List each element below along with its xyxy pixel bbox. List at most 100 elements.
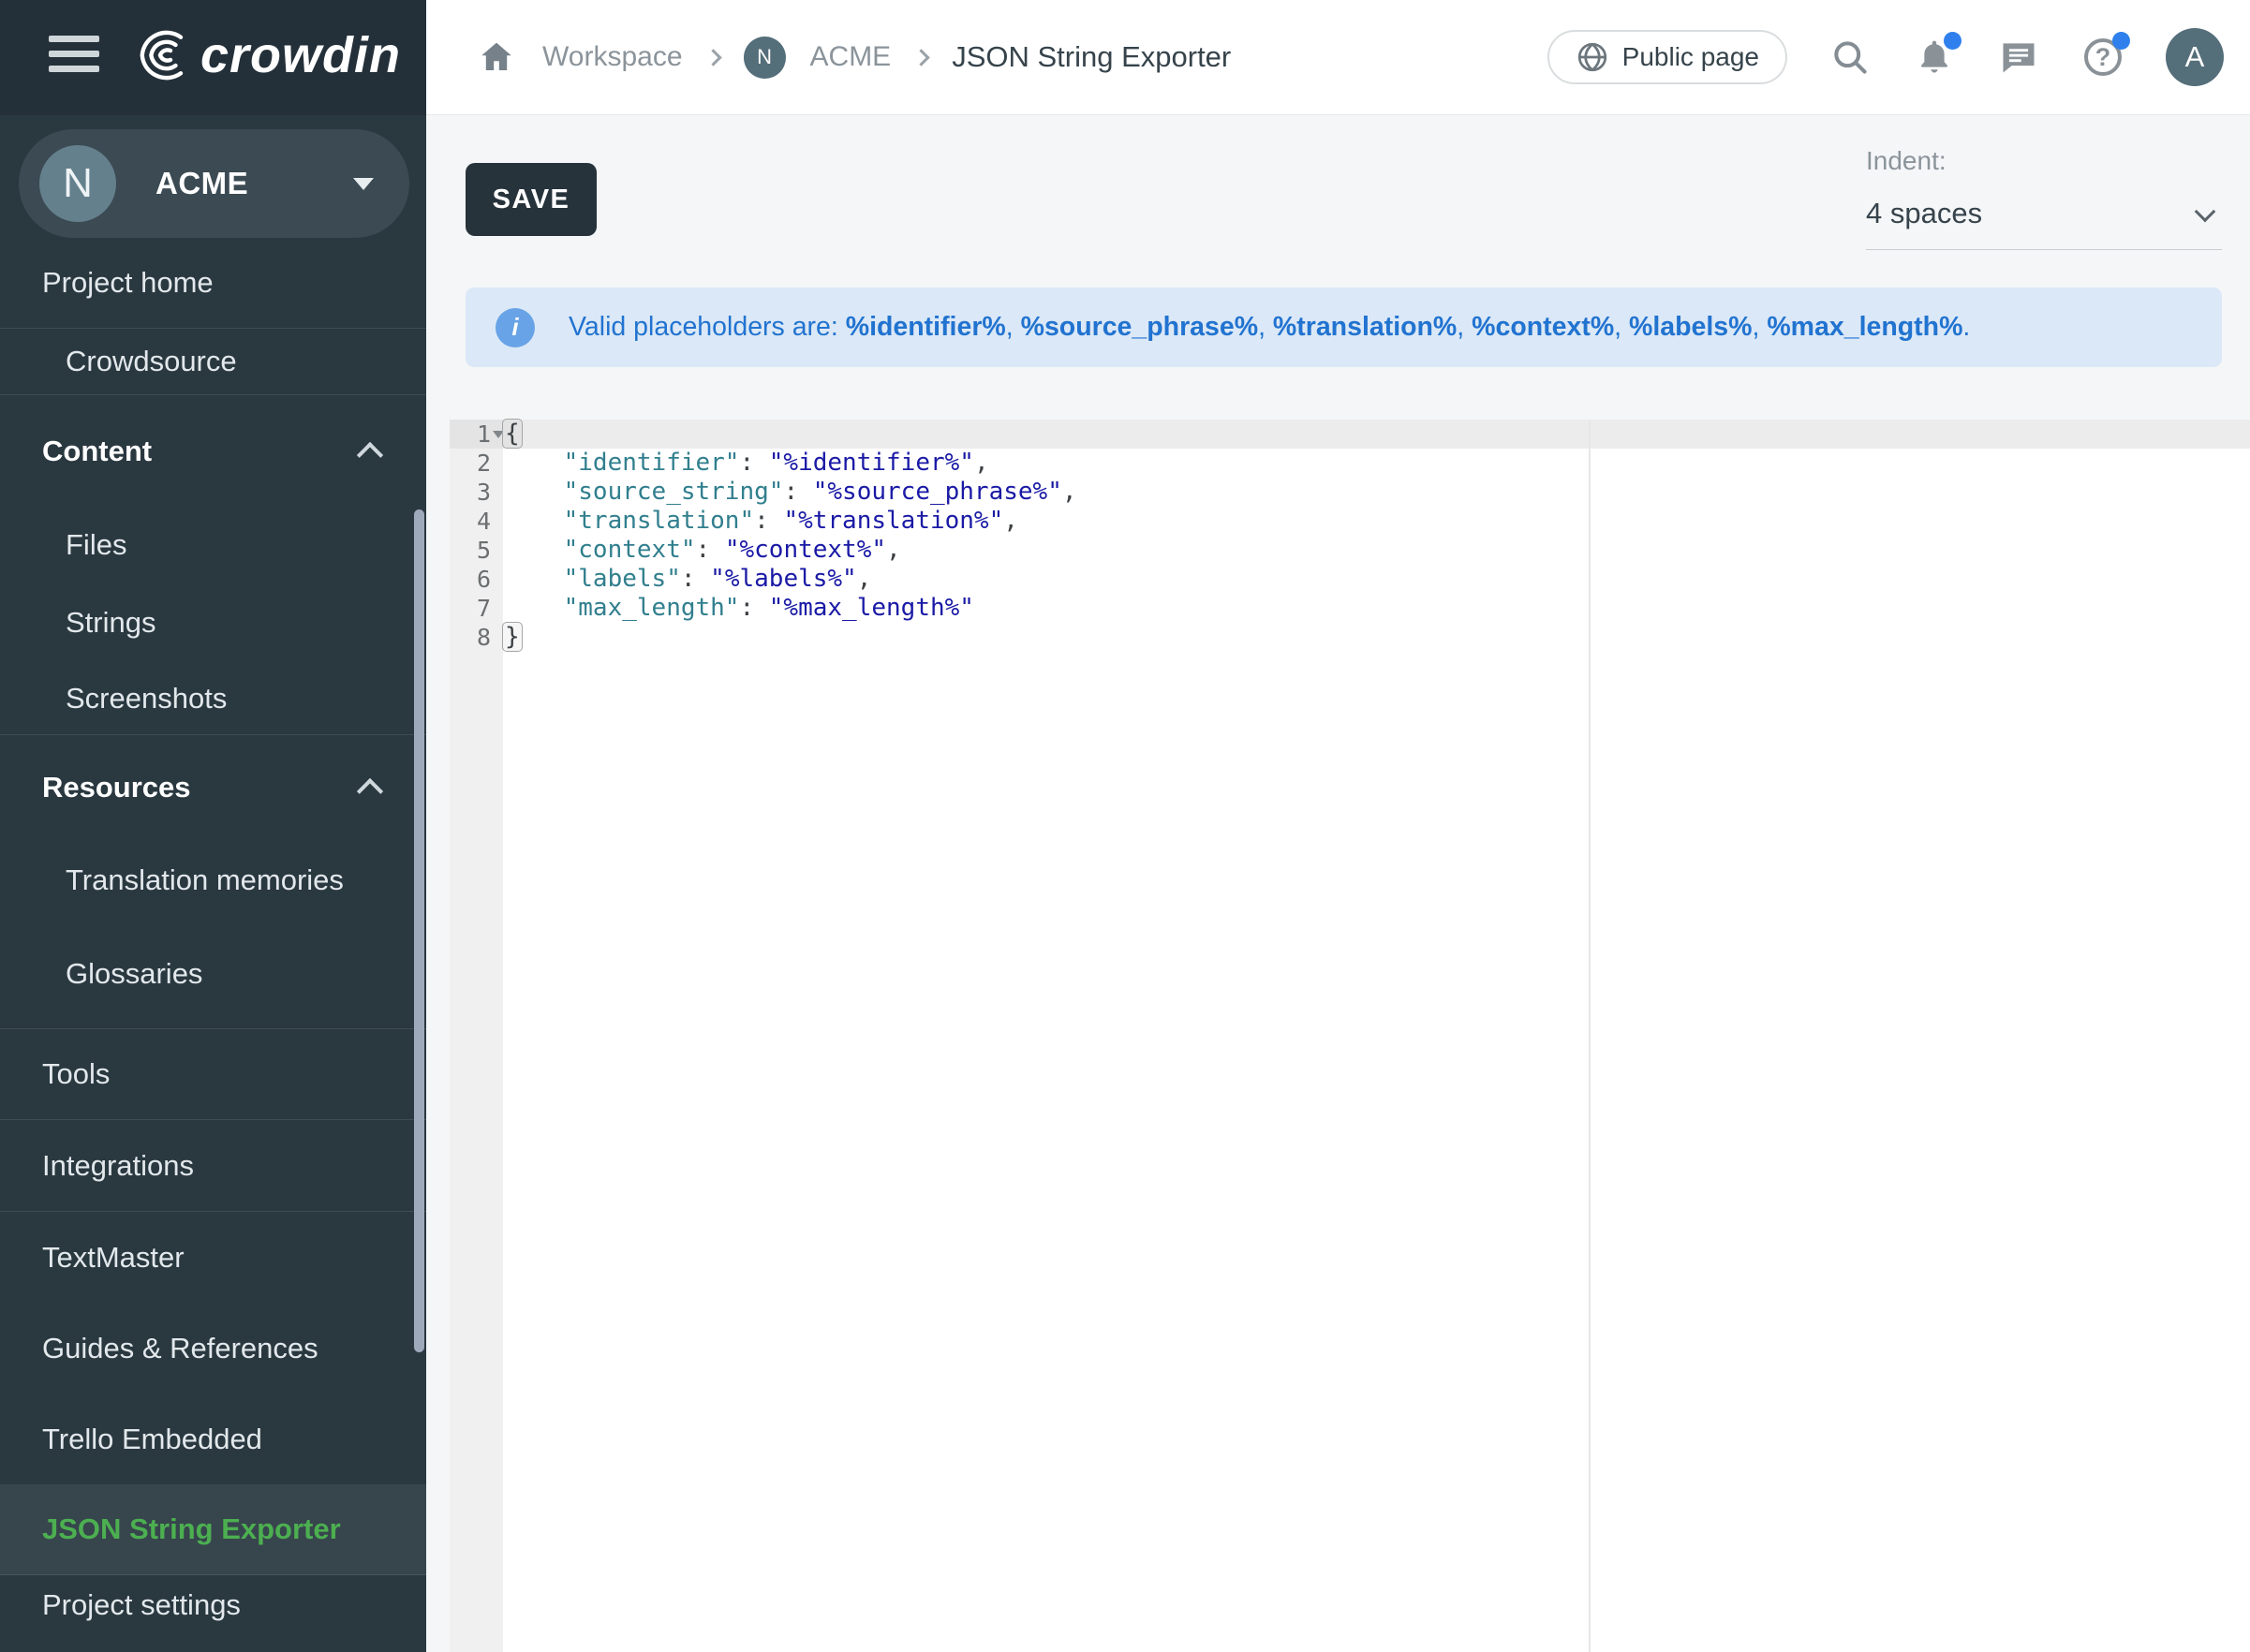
gutter-line-number[interactable]: 4 — [450, 507, 503, 536]
code-line-2[interactable]: "identifier": "%identifier%", — [503, 449, 2250, 478]
sidebar-item-label: Screenshots — [66, 682, 227, 715]
sidebar-item-project-settings[interactable]: Project settings — [0, 1575, 426, 1635]
crowdin-logo-icon — [129, 24, 191, 86]
gutter-line-number[interactable]: 6 — [450, 565, 503, 594]
sidebar-item-glossaries[interactable]: Glossaries — [0, 920, 426, 1029]
token-key: "source_string" — [564, 478, 784, 506]
sidebar-scrollbar[interactable] — [414, 509, 424, 1352]
code-line-6[interactable]: "labels": "%labels%", — [503, 565, 2250, 594]
token-punct: , — [974, 449, 989, 477]
code-line-4[interactable]: "translation": "%translation%", — [503, 507, 2250, 536]
token-string: "%identifier%" — [769, 449, 974, 477]
placeholder-token: %context% — [1472, 312, 1614, 342]
globe-icon — [1576, 40, 1609, 74]
token-text — [505, 536, 564, 564]
indent-select[interactable]: 4 spaces — [1866, 197, 2222, 250]
code-line-7[interactable]: "max_length": "%max_length%" — [503, 594, 2250, 623]
code-line-3[interactable]: "source_string": "%source_phrase%", — [503, 478, 2250, 507]
breadcrumb-project[interactable]: ACME — [810, 41, 892, 73]
help-icon[interactable]: ? — [2081, 36, 2124, 79]
indent-label: Indent: — [1866, 146, 2222, 176]
token-punct: : — [783, 478, 812, 506]
home-icon[interactable] — [475, 36, 518, 79]
chevron-right-icon — [704, 49, 721, 66]
sidebar-item-textmaster[interactable]: TextMaster — [0, 1212, 426, 1303]
code-line-8[interactable]: } — [503, 623, 2250, 652]
indent-control: Indent: 4 spaces — [1866, 146, 2222, 250]
sidebar-item-files[interactable]: Files — [0, 508, 426, 583]
topbar-actions: Public page ? A — [1547, 28, 2224, 86]
public-page-button[interactable]: Public page — [1547, 30, 1787, 84]
org-selector[interactable]: N ACME — [19, 129, 409, 238]
sidebar-nav: Project home CrowdsourceContent Files Strin… — [0, 238, 426, 1652]
sidebar-item-guides-references[interactable]: Guides & References — [0, 1303, 426, 1394]
token-punct: , — [1003, 507, 1018, 535]
info-banner-text: Valid placeholders are: %identifier%, %s… — [569, 312, 1970, 343]
sidebar-item-label: Project home — [42, 266, 214, 300]
token-punct: : — [739, 594, 768, 622]
placeholder-token: %labels% — [1629, 312, 1752, 342]
gutter-line-number[interactable]: 2 — [450, 449, 503, 478]
token-punct: : — [681, 565, 710, 593]
token-key: "labels" — [564, 565, 681, 593]
sidebar-item-screenshots[interactable]: Screenshots — [0, 663, 426, 735]
sidebar-item-resources[interactable]: Resources — [0, 735, 426, 840]
sidebar-item-label: JSON String Exporter — [42, 1512, 341, 1546]
sidebar-item-project-home[interactable]: Project home — [0, 238, 426, 329]
search-icon[interactable] — [1828, 36, 1872, 79]
token-string: "%context%" — [725, 536, 886, 564]
token-key: "identifier" — [564, 449, 740, 477]
sidebar-item-trello-embedded[interactable]: Trello Embedded — [0, 1394, 426, 1484]
token-key: "context" — [564, 536, 696, 564]
crowdin-logo[interactable]: crowdin — [129, 24, 401, 86]
hamburger-menu-icon[interactable] — [49, 36, 99, 81]
public-page-label: Public page — [1622, 42, 1759, 72]
sidebar-item-translation-memories[interactable]: Translation memories — [0, 840, 426, 920]
placeholder-token: %translation% — [1273, 312, 1457, 342]
sidebar-item-strings[interactable]: Strings — [0, 583, 426, 663]
editor-code-area[interactable]: { "identifier": "%identifier%", "source_… — [503, 420, 2250, 1652]
save-button[interactable]: SAVE — [466, 163, 597, 236]
token-string: "%source_phrase%" — [813, 478, 1062, 506]
editor-gutter: 12345678 — [450, 420, 503, 1652]
code-line-5[interactable]: "context": "%context%", — [503, 536, 2250, 565]
token-text — [505, 594, 564, 622]
sidebar-item-label: Integrations — [42, 1149, 194, 1183]
breadcrumb: Workspace N ACME JSON String Exporter — [426, 36, 1231, 79]
gutter-line-number[interactable]: 8 — [450, 623, 503, 652]
token-punct: , — [886, 536, 901, 564]
token-key: "translation" — [564, 507, 755, 535]
gutter-line-number[interactable]: 1 — [450, 420, 503, 449]
gutter-line-number[interactable]: 3 — [450, 478, 503, 507]
sidebar-item-label: Files — [66, 528, 126, 562]
code-line-1[interactable]: { — [503, 420, 2250, 449]
placeholder-token: %identifier% — [846, 312, 1006, 342]
main-content: SAVE Indent: 4 spaces i Valid placeholde… — [426, 116, 2250, 1652]
sidebar-item-content[interactable]: Content — [0, 395, 426, 508]
notification-dot — [1944, 32, 1961, 50]
editor-print-margin — [1589, 420, 1591, 1652]
chevron-down-icon — [2195, 201, 2216, 223]
logo-bar: crowdin — [0, 0, 426, 115]
token-string: "%translation%" — [783, 507, 1003, 535]
token-string: "%max_length%" — [769, 594, 974, 622]
messages-icon[interactable] — [1997, 36, 2040, 79]
sidebar-item-integrations[interactable]: Integrations — [0, 1120, 426, 1212]
sidebar-item-label: Trello Embedded — [42, 1423, 262, 1456]
gutter-line-number[interactable]: 7 — [450, 594, 503, 623]
sidebar-item-crowdsource[interactable]: Crowdsource — [0, 329, 426, 395]
code-editor[interactable]: 12345678 { "identifier": "%identifier%",… — [450, 420, 2250, 1652]
gutter-line-number[interactable]: 5 — [450, 536, 503, 565]
user-avatar[interactable]: A — [2166, 28, 2224, 86]
notifications-bell-icon[interactable] — [1913, 36, 1956, 79]
breadcrumb-workspace[interactable]: Workspace — [542, 41, 683, 73]
sidebar-item-label: Translation memories — [66, 863, 344, 897]
org-avatar: N — [39, 145, 116, 222]
sidebar: crowdin N ACME Project home CrowdsourceCo… — [0, 0, 426, 1652]
token-key: "max_length" — [564, 594, 740, 622]
sidebar-item-tools[interactable]: Tools — [0, 1029, 426, 1120]
token-punct: , — [857, 565, 872, 593]
sidebar-item-label: Strings — [66, 606, 155, 640]
chevron-up-icon — [357, 442, 383, 468]
sidebar-item-json-string-exporter[interactable]: JSON String Exporter — [0, 1484, 426, 1575]
